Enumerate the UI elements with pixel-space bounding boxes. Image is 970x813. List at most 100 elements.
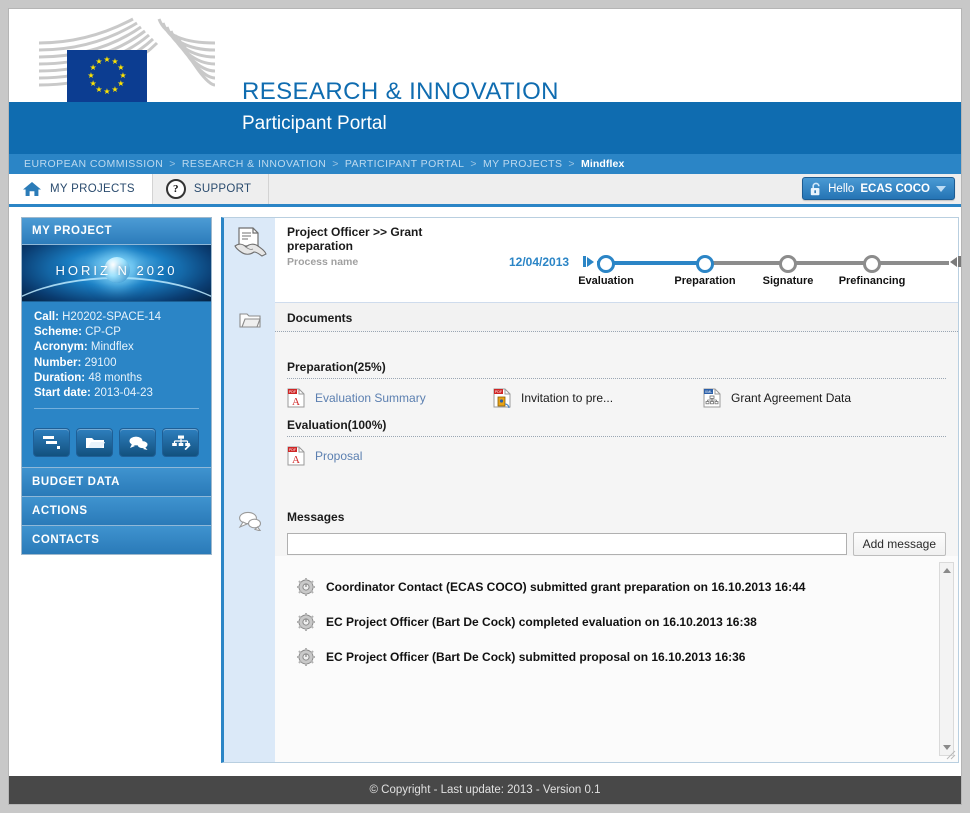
- svg-text:XML: XML: [705, 390, 712, 394]
- step-dot-preparation[interactable]: [696, 255, 714, 273]
- pdf-locked-icon: PDF: [493, 388, 511, 408]
- gear-icon: [297, 648, 315, 666]
- process-title: Project Officer >> Grant preparation: [287, 225, 423, 253]
- project-info-list: Call: H20202-SPACE-14 Scheme: CP-CP Acro…: [22, 302, 211, 419]
- eu-star-icon: ★: [89, 79, 97, 88]
- user-greeting: Hello: [828, 182, 855, 195]
- step-dot-signature[interactable]: [779, 255, 797, 273]
- portal-title-band: Participant Portal: [9, 102, 961, 154]
- copyright-text: © Copyright - Last update: 2013 - Versio…: [369, 784, 601, 796]
- svg-text:PDF: PDF: [289, 448, 297, 452]
- document-label: Proposal: [315, 449, 363, 463]
- messages-compose-row: Add message: [275, 526, 958, 556]
- user-menu-button[interactable]: Hello ECAS COCO: [802, 177, 955, 200]
- messages-section: Messages Add message Coordinator Contact…: [275, 502, 958, 762]
- sidebar-title: MY PROJECT: [22, 218, 211, 245]
- breadcrumb-separator: >: [470, 158, 477, 170]
- page-footer: © Copyright - Last update: 2013 - Versio…: [9, 776, 961, 804]
- step-dot-evaluation[interactable]: [597, 255, 615, 273]
- process-date: 12/04/2013: [509, 255, 570, 269]
- breadcrumb-item-participant-portal[interactable]: PARTICIPANT PORTAL: [345, 158, 465, 170]
- messages-list: Coordinator Contact (ECAS COCO) submitte…: [275, 556, 958, 762]
- message-item[interactable]: EC Project Officer (Bart De Cock) comple…: [287, 607, 934, 642]
- step-label-evaluation: Evaluation: [578, 275, 634, 287]
- tab-my-projects-label: MY PROJECTS: [50, 183, 135, 195]
- message-text: EC Project Officer (Bart De Cock) comple…: [326, 615, 757, 629]
- documents-list: Preparation(25%) PDF A Evaluation Summar…: [275, 332, 958, 502]
- document-evaluation-summary[interactable]: PDF A Evaluation Summary: [287, 388, 493, 408]
- documents-heading: Documents: [275, 302, 958, 332]
- documents-icon-gutter: [224, 302, 275, 502]
- message-text: Coordinator Contact (ECAS COCO) submitte…: [326, 580, 806, 594]
- project-info-number: Number: 29100: [34, 356, 117, 369]
- process-stepper: Evaluation Preparation Signature Prefina…: [578, 251, 961, 291]
- pdf-icon: PDF A: [287, 446, 305, 466]
- process-summary: Project Officer >> Grant preparation Pro…: [275, 218, 961, 302]
- document-grant-agreement-data[interactable]: XML Grant Agreement Data: [703, 388, 851, 408]
- tab-support-label: SUPPORT: [193, 183, 252, 195]
- sidebar-quick-actions: [22, 419, 211, 467]
- user-name: ECAS COCO: [860, 182, 930, 195]
- tab-support[interactable]: ? SUPPORT: [153, 174, 270, 204]
- question-mark-icon: ?: [165, 179, 186, 199]
- unlocked-padlock-icon: [810, 182, 822, 196]
- gear-icon: [297, 613, 315, 631]
- main-content: Project Officer >> Grant preparation Pro…: [221, 217, 961, 800]
- xml-icon: XML: [703, 388, 721, 408]
- sidebar-divider: [34, 408, 199, 410]
- project-info-call: Call: H20202-SPACE-14: [34, 311, 161, 323]
- chevron-down-icon: [936, 185, 946, 192]
- page-body: MY PROJECT HORIZ N 2020 Call: H20202-SPA…: [9, 207, 961, 800]
- breadcrumb-item-european-commission[interactable]: EUROPEAN COMMISSION: [24, 158, 163, 170]
- project-info-scheme: Scheme: CP-CP: [34, 326, 121, 339]
- documents-section: Documents Preparation(25%) PDF A Evaluat…: [275, 302, 958, 502]
- page-title: RESEARCH & INNOVATION: [242, 78, 559, 102]
- messages-scrollbar[interactable]: [939, 562, 954, 756]
- tab-my-projects[interactable]: MY PROJECTS: [9, 174, 153, 204]
- step-dot-prefinancing[interactable]: [863, 255, 881, 273]
- messages-icon[interactable]: [119, 428, 156, 458]
- message-item[interactable]: Coordinator Contact (ECAS COCO) submitte…: [287, 572, 934, 607]
- speech-bubbles-icon: [238, 511, 262, 762]
- pdf-icon: PDF A: [287, 388, 305, 408]
- portal-title: Participant Portal: [242, 113, 387, 134]
- process-subtitle: Process name: [287, 256, 359, 268]
- eu-flag-icon: ★ ★ ★ ★ ★ ★ ★ ★ ★ ★ ★ ★: [67, 50, 147, 102]
- eu-star-icon: ★: [87, 71, 95, 80]
- message-item[interactable]: EC Project Officer (Bart De Cock) submit…: [287, 642, 934, 677]
- breadcrumb-item-my-projects[interactable]: MY PROJECTS: [483, 158, 562, 170]
- sidebar-item-budget-data[interactable]: BUDGET DATA: [22, 467, 211, 497]
- documents-group-row-evaluation: PDF A Proposal: [287, 437, 946, 466]
- svg-text:PDF: PDF: [495, 390, 503, 394]
- folder-icon[interactable]: [76, 428, 113, 458]
- page-header: ★★★★★★★★★★★★ European Commission RESEARC…: [9, 9, 961, 102]
- stepper-start-arrow-icon: [583, 256, 594, 267]
- main-navigation-tabs: MY PROJECTS ? SUPPORT Hello ECAS COCO: [9, 174, 961, 207]
- messages-heading: Messages: [275, 502, 958, 526]
- sidebar: MY PROJECT HORIZ N 2020 Call: H20202-SPA…: [21, 217, 212, 556]
- message-input[interactable]: [287, 533, 847, 555]
- document-label: Grant Agreement Data: [731, 391, 852, 405]
- step-label-signature: Signature: [762, 275, 814, 287]
- add-message-button[interactable]: Add message: [852, 532, 946, 556]
- step-label-prefinancing: Prefinancing: [838, 275, 906, 287]
- eu-star-icon: ★: [103, 55, 111, 64]
- document-proposal[interactable]: PDF A Proposal: [287, 446, 493, 466]
- eu-star-icon: ★: [103, 87, 111, 96]
- breadcrumb-separator: >: [332, 158, 339, 170]
- document-invitation-to-prepare[interactable]: PDF Invitation to pre...: [493, 388, 703, 408]
- european-commission-logo: ★★★★★★★★★★★★ European Commission: [67, 50, 147, 102]
- tasks-icon[interactable]: [33, 428, 70, 458]
- horizon-2020-banner: HORIZ N 2020: [22, 245, 211, 302]
- sidebar-item-actions[interactable]: ACTIONS: [22, 496, 211, 526]
- org-chart-edit-icon[interactable]: [162, 428, 199, 458]
- resize-handle-icon[interactable]: [946, 750, 956, 760]
- sidebar-item-contacts[interactable]: CONTACTS: [22, 525, 211, 555]
- stepper-end-arrow-icon: [950, 256, 961, 267]
- scroll-up-icon[interactable]: [940, 564, 953, 577]
- breadcrumb-item-research-innovation[interactable]: RESEARCH & INNOVATION: [182, 158, 326, 170]
- project-info-start-date: Start date: 2013-04-23: [34, 387, 153, 400]
- gear-icon: [297, 578, 315, 596]
- horizon-2020-banner-text: HORIZ N 2020: [55, 263, 178, 278]
- project-info-acronym: Acronym: Mindflex: [34, 341, 134, 354]
